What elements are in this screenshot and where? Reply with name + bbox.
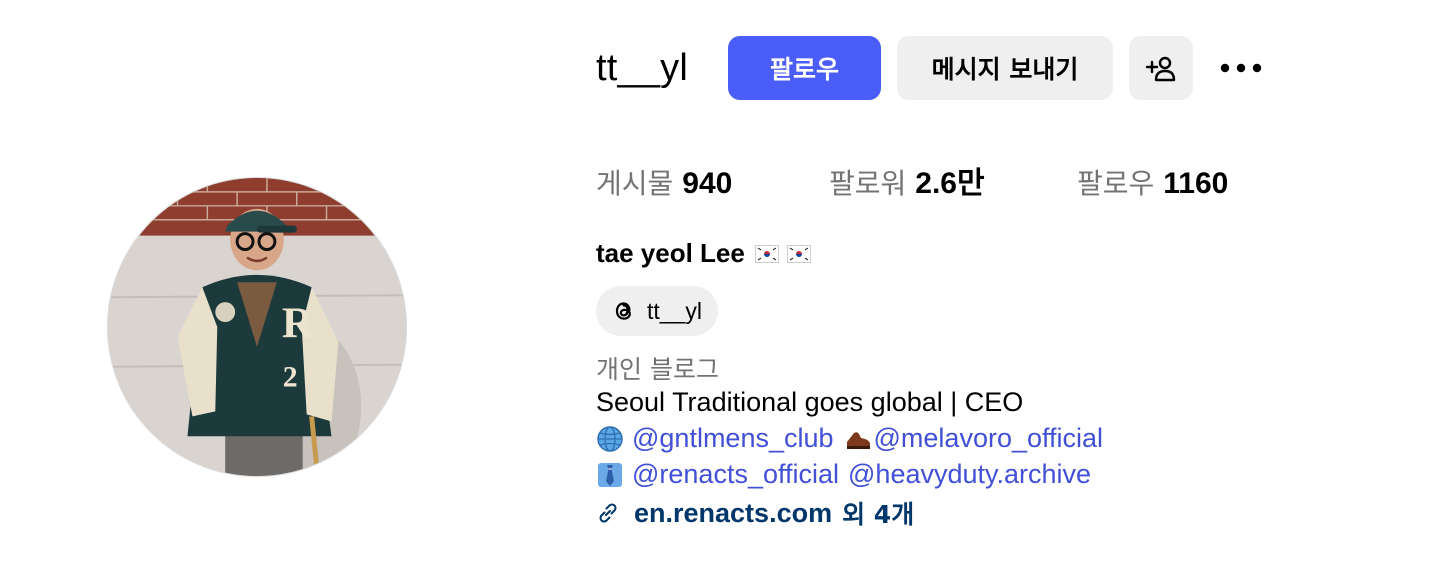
- following-label: 팔로우: [1077, 167, 1155, 200]
- bio-line-2: @gntlmens_club @melavoro_official: [596, 423, 1103, 454]
- followers-count[interactable]: 팔로워 2.6만: [829, 158, 1077, 202]
- threads-handle: tt__yl: [647, 297, 702, 324]
- kr-flag-icon: [786, 244, 811, 263]
- suggest-user-button[interactable]: [1129, 36, 1194, 100]
- bio-line-3: @renacts_official @heavyduty.archive: [596, 459, 1091, 490]
- following-count[interactable]: 팔로우 1160: [1077, 162, 1228, 202]
- link-icon: [599, 503, 617, 523]
- external-link[interactable]: en.renacts.com 외 4개: [596, 495, 914, 531]
- full-name-text: tae yeol Lee: [596, 238, 745, 268]
- link-suffix: 외 4개: [842, 500, 915, 529]
- following-value: 1160: [1163, 167, 1229, 200]
- followers-label: 팔로워: [829, 167, 907, 200]
- posts-value: 940: [682, 167, 733, 200]
- mention-link[interactable]: @gntlmens_club: [632, 423, 834, 454]
- add-user-icon: [1145, 56, 1176, 82]
- more-options-icon: [1220, 63, 1262, 73]
- avatar-image: R 2: [108, 178, 406, 476]
- profile-header: tt__yl 팔로우 메시지 보내기: [596, 36, 1265, 100]
- svg-text:2: 2: [283, 361, 298, 394]
- shoe-icon: [846, 431, 870, 449]
- flag-group: [751, 244, 811, 263]
- svg-text:R: R: [282, 299, 314, 347]
- link-text: en.renacts.com: [634, 497, 833, 528]
- mention-link[interactable]: @heavyduty.archive: [848, 459, 1091, 490]
- profile-avatar[interactable]: R 2: [107, 177, 407, 477]
- globe-icon: [597, 425, 623, 452]
- necktie-icon: [598, 462, 622, 487]
- profile-stats: 게시물 940 팔로워 2.6만 팔로우 1160: [596, 158, 1228, 202]
- follow-button[interactable]: 팔로우: [728, 36, 882, 100]
- profile-full-name: tae yeol Lee: [596, 238, 811, 269]
- bio-line-1: Seoul Traditional goes global | CEO: [596, 387, 1024, 417]
- mention-link[interactable]: @melavoro_official: [874, 423, 1104, 454]
- threads-icon: [615, 302, 631, 320]
- profile-page: R 2 tt__yl 팔로우 메시지 보내기 게시물 940 팔로워 2.6만 …: [0, 0, 1456, 562]
- profile-category: 개인 블로그: [596, 355, 719, 384]
- followers-value: 2.6만: [915, 167, 985, 200]
- threads-badge[interactable]: tt__yl: [596, 286, 718, 336]
- send-message-button[interactable]: 메시지 보내기: [897, 36, 1114, 100]
- profile-username: tt__yl: [596, 47, 689, 89]
- posts-label: 게시물: [596, 167, 674, 200]
- mention-link[interactable]: @renacts_official: [632, 459, 839, 490]
- posts-count: 게시물 940: [596, 162, 829, 202]
- more-options-button[interactable]: [1217, 36, 1265, 100]
- kr-flag-icon: [754, 244, 779, 263]
